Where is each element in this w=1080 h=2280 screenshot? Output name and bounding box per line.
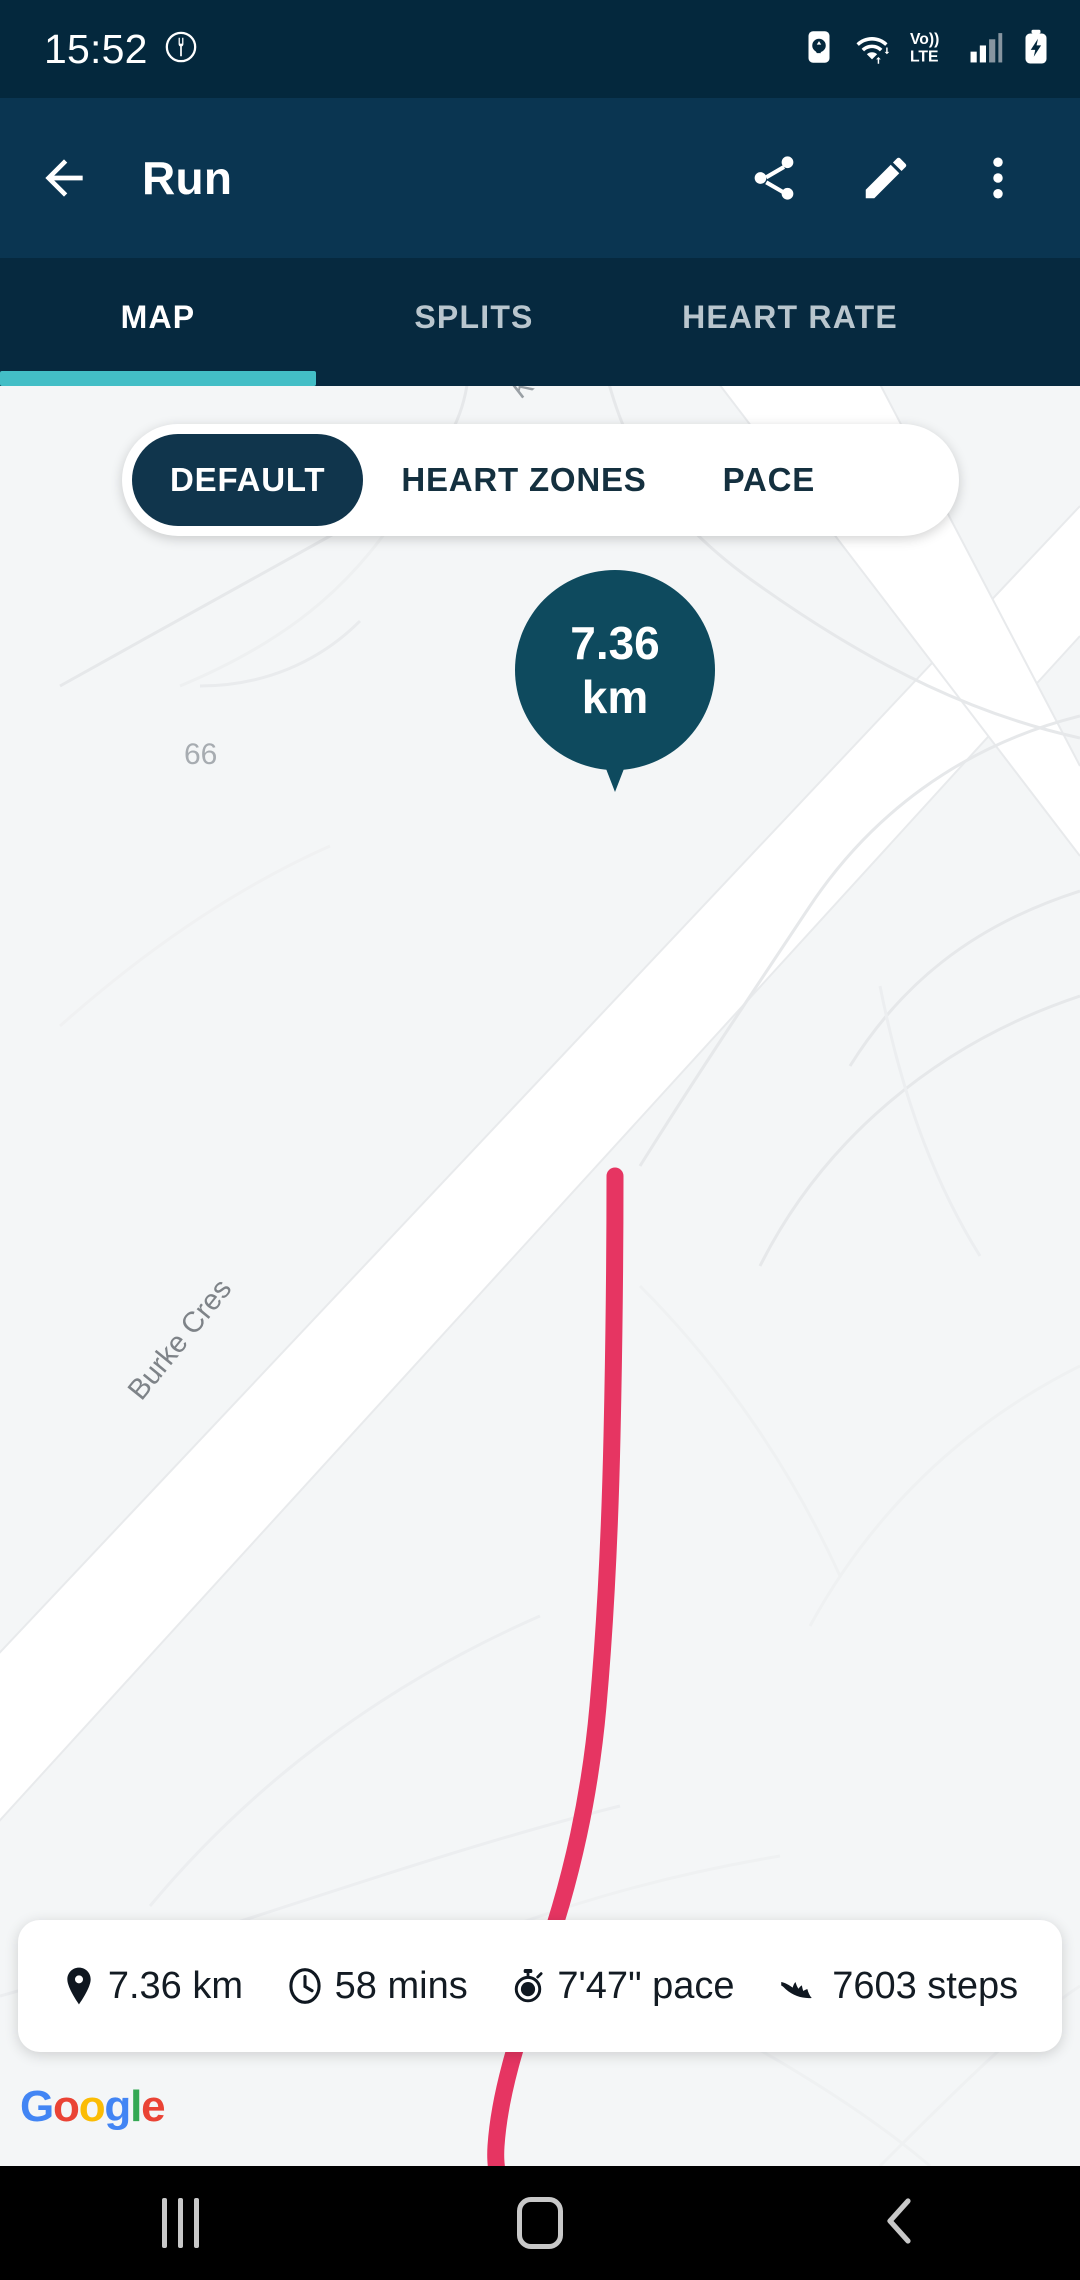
- tab-row: MAP SPLITS HEART RATE EN: [0, 258, 1080, 386]
- segment-default[interactable]: DEFAULT: [132, 434, 364, 526]
- stat-duration: 58 mins: [287, 1965, 468, 2008]
- tab-active-indicator: [0, 371, 316, 386]
- distance-marker-bubble: 7.36 km: [515, 570, 715, 770]
- recents-icon: [161, 2198, 199, 2248]
- distance-marker-value: 7.36: [570, 617, 660, 669]
- volte-icon: Vo)) LTE: [910, 28, 950, 71]
- tab-bar: MAP SPLITS HEART RATE EN: [0, 258, 1080, 386]
- stat-distance: 7.36 km: [62, 1965, 243, 2008]
- distance-marker[interactable]: 7.36 km: [515, 570, 715, 792]
- google-logo-letter-e: e: [141, 2082, 165, 2131]
- system-navigation-bar: [0, 2166, 1080, 2280]
- tab-map[interactable]: MAP: [0, 258, 316, 386]
- recents-button[interactable]: [105, 2166, 255, 2280]
- google-logo-letter-o1: o: [53, 2082, 80, 2131]
- tab-splits[interactable]: SPLITS: [316, 258, 632, 386]
- clock-icon: [287, 1966, 323, 2006]
- google-logo: Google: [20, 2082, 166, 2132]
- tab-energy[interactable]: EN: [948, 258, 1080, 386]
- home-button[interactable]: [465, 2166, 615, 2280]
- stat-steps-value: 7603 steps: [832, 1964, 1019, 2007]
- recents-icon-bar-1: [161, 2198, 167, 2248]
- phone-screen: 15:52 Vo)) LTE Run MAP SPLITS HEART RATE…: [0, 0, 1080, 2280]
- run-summary-bar: 7.36 km 58 mins 7'47" pace 7603 steps: [18, 1920, 1062, 2052]
- tab-heart-rate[interactable]: HEART RATE: [632, 258, 948, 386]
- shoe-icon: [778, 1966, 820, 2006]
- page-title: Run: [142, 152, 233, 204]
- stopwatch-icon: [511, 1966, 545, 2006]
- share-icon[interactable]: [746, 150, 802, 206]
- recents-icon-bar-2: [177, 2198, 183, 2248]
- segment-pace[interactable]: PACE: [685, 434, 853, 526]
- app-bar: Run: [0, 98, 1080, 258]
- stat-distance-value: 7.36 km: [107, 1964, 243, 2007]
- edit-icon[interactable]: [858, 150, 914, 206]
- map-style-segmented-control: DEFAULT HEART ZONES PACE: [122, 424, 959, 536]
- status-bar-clock: 15:52: [44, 25, 148, 72]
- data-saver-icon: [804, 29, 834, 70]
- google-logo-letter-o2: o: [78, 2082, 106, 2131]
- segment-heart-zones[interactable]: HEART ZONES: [363, 434, 684, 526]
- location-sharing-icon: [164, 30, 198, 69]
- status-bar-left: 15:52: [44, 26, 198, 73]
- distance-marker-unit: km: [581, 671, 649, 723]
- stat-steps: 7603 steps: [778, 1965, 1018, 2008]
- back-arrow-icon[interactable]: [36, 150, 92, 206]
- stat-pace-value: 7'47" pace: [557, 1964, 735, 2007]
- location-pin-icon: [62, 1966, 96, 2006]
- app-bar-actions: [746, 150, 1044, 206]
- overflow-menu-icon[interactable]: [970, 150, 1026, 206]
- signal-icon: [969, 30, 1003, 69]
- battery-charging-icon: [1022, 29, 1050, 70]
- google-logo-letter-l: l: [130, 2082, 142, 2131]
- home-icon: [517, 2197, 563, 2249]
- road-label-66: 66: [184, 738, 218, 771]
- back-button[interactable]: [825, 2166, 975, 2280]
- back-chevron-icon: [878, 2195, 922, 2252]
- stat-pace: 7'47" pace: [511, 1964, 735, 2008]
- wifi-icon: [853, 29, 891, 70]
- status-bar: 15:52 Vo)) LTE: [0, 0, 1080, 98]
- google-logo-letter-g1: G: [20, 2082, 54, 2131]
- recents-icon-bar-3: [193, 2198, 199, 2248]
- google-logo-letter-g2: g: [104, 2082, 131, 2131]
- svg-text:Vo)): Vo)): [910, 31, 939, 48]
- status-bar-right: Vo)) LTE: [804, 28, 1050, 71]
- stat-duration-value: 58 mins: [334, 1964, 468, 2007]
- svg-text:LTE: LTE: [910, 48, 939, 65]
